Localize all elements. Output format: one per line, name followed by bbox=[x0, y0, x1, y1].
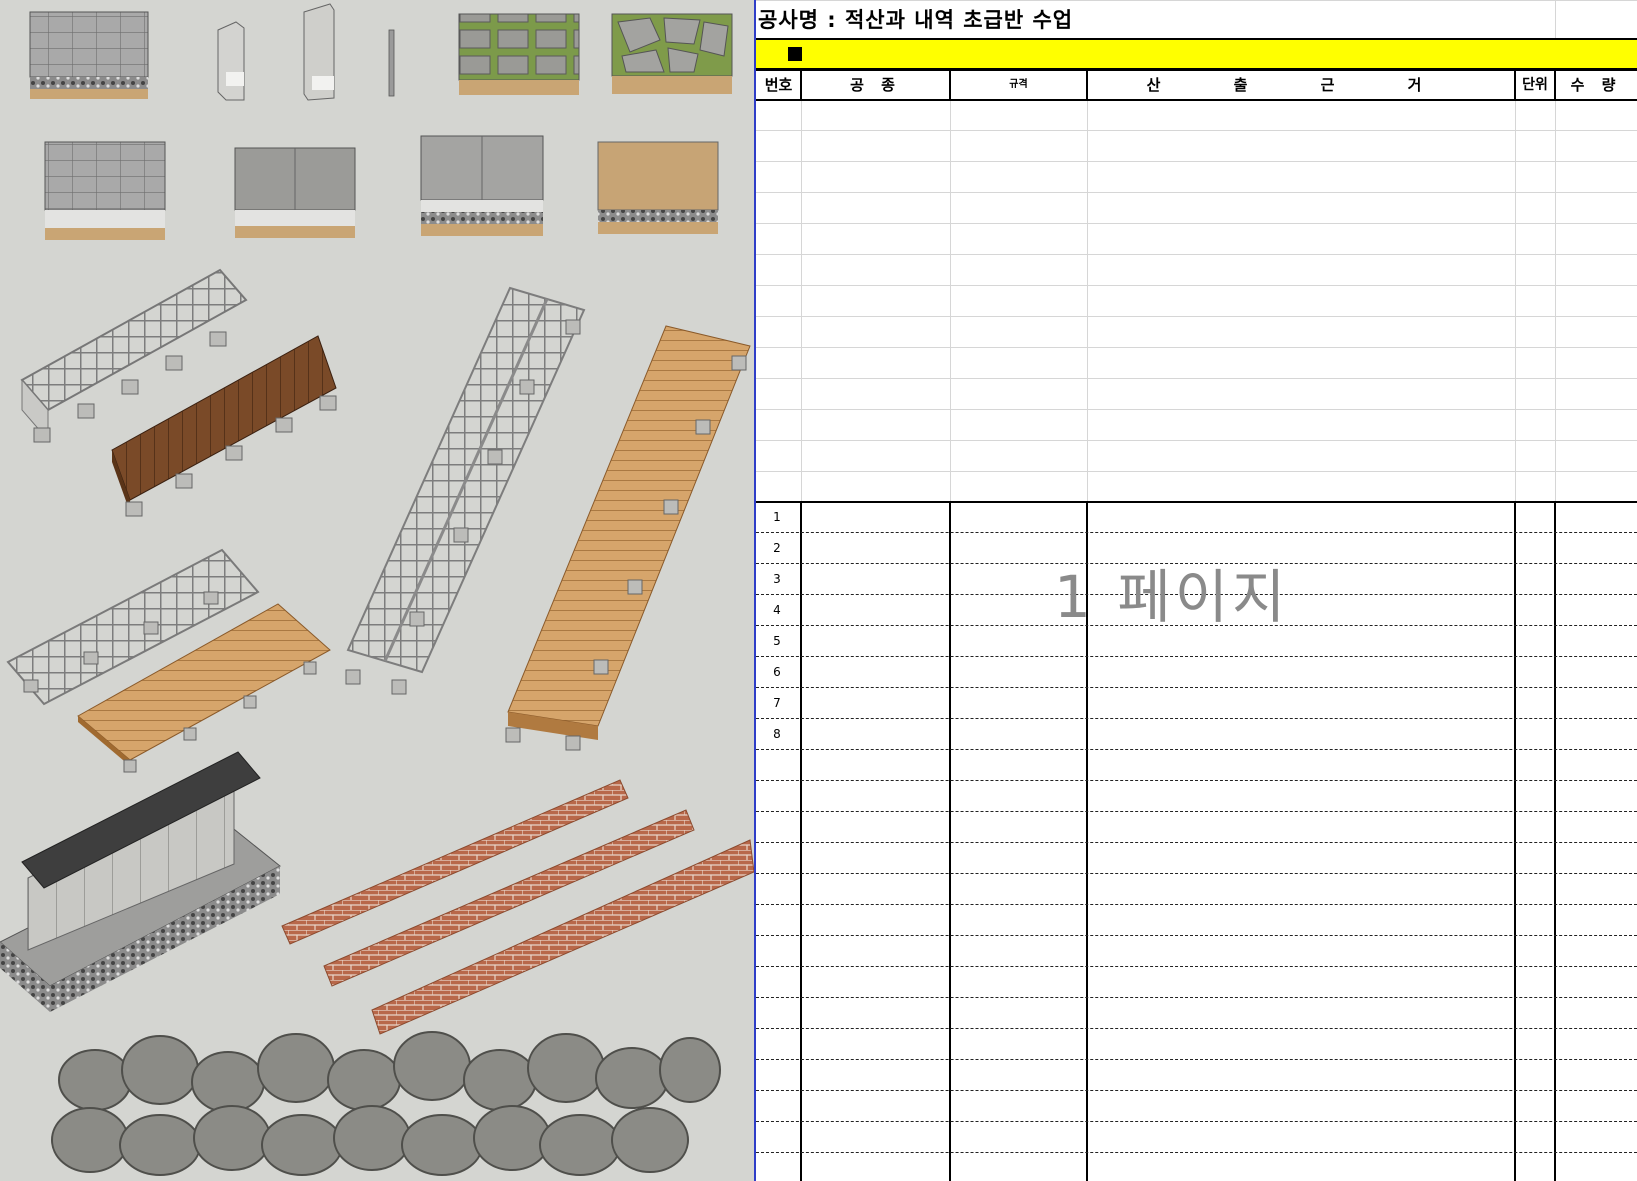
gridline bbox=[756, 254, 1637, 255]
row-divider bbox=[756, 1090, 1637, 1091]
border-line bbox=[1086, 71, 1088, 101]
block-paving-sample[interactable] bbox=[29, 11, 149, 99]
granite-slab-paving-light[interactable] bbox=[234, 147, 356, 238]
stone-wall-with-cap[interactable] bbox=[0, 751, 281, 1012]
row-divider bbox=[756, 1121, 1637, 1122]
curb-stone-small[interactable] bbox=[217, 21, 245, 101]
gridline bbox=[1555, 100, 1556, 502]
row-divider bbox=[756, 935, 1637, 936]
row-divider bbox=[756, 997, 1637, 998]
row-number[interactable]: 1 bbox=[756, 510, 798, 524]
clay-paving[interactable] bbox=[597, 141, 719, 234]
border-line bbox=[756, 99, 1637, 101]
border-line bbox=[800, 501, 802, 1181]
row-number[interactable]: 4 bbox=[756, 603, 798, 617]
row-divider bbox=[756, 966, 1637, 967]
border-line bbox=[1514, 71, 1516, 101]
border-line bbox=[1554, 71, 1556, 101]
row-divider bbox=[756, 1152, 1637, 1153]
row-divider bbox=[756, 687, 1637, 688]
gridline bbox=[756, 347, 1637, 348]
row-number[interactable]: 6 bbox=[756, 665, 798, 679]
row-divider bbox=[756, 904, 1637, 905]
column-header-unit[interactable]: 단위 bbox=[1515, 71, 1555, 99]
border-line bbox=[1514, 501, 1516, 1181]
row-number[interactable]: 5 bbox=[756, 634, 798, 648]
row-divider bbox=[756, 718, 1637, 719]
grass-block-paving[interactable] bbox=[458, 13, 580, 95]
column-header-work-type[interactable]: 공 종 bbox=[801, 71, 950, 99]
row-divider bbox=[756, 1059, 1637, 1060]
gridline bbox=[756, 316, 1637, 317]
row-divider bbox=[756, 811, 1637, 812]
edge-strip[interactable] bbox=[388, 29, 395, 97]
row-divider bbox=[756, 749, 1637, 750]
square-bullet-icon bbox=[788, 47, 802, 61]
gridline bbox=[756, 0, 1637, 1]
gridline bbox=[756, 378, 1637, 379]
row-number[interactable]: 8 bbox=[756, 727, 798, 741]
border-line bbox=[949, 71, 951, 101]
row-divider bbox=[756, 780, 1637, 781]
gridline bbox=[756, 285, 1637, 286]
column-header-calculation-basis[interactable]: 산 출 근 거 bbox=[1087, 71, 1515, 99]
curb-stone-tall[interactable] bbox=[303, 3, 335, 101]
brick-wall[interactable] bbox=[281, 779, 754, 1035]
gridline bbox=[756, 440, 1637, 441]
row-divider bbox=[756, 1028, 1637, 1029]
row-number[interactable]: 2 bbox=[756, 541, 798, 555]
section-header-bar[interactable] bbox=[756, 40, 1637, 68]
row-number[interactable]: 7 bbox=[756, 696, 798, 710]
gridline bbox=[756, 223, 1637, 224]
model-viewport[interactable] bbox=[0, 0, 754, 1181]
gridline bbox=[1555, 0, 1556, 38]
gridline bbox=[756, 409, 1637, 410]
gridline bbox=[801, 100, 802, 502]
row-number[interactable]: 3 bbox=[756, 572, 798, 586]
flagstone-paving[interactable] bbox=[611, 13, 733, 94]
gridline bbox=[756, 471, 1637, 472]
row-divider bbox=[756, 656, 1637, 657]
border-line bbox=[800, 71, 802, 101]
print-area-border bbox=[756, 501, 1637, 503]
gridline bbox=[1087, 100, 1088, 502]
row-divider bbox=[756, 842, 1637, 843]
granite-slab-paving-gravel[interactable] bbox=[420, 135, 544, 236]
deck-frame-with-wood-cladding[interactable] bbox=[20, 268, 337, 517]
gridline bbox=[756, 192, 1637, 193]
gridline bbox=[1515, 100, 1516, 502]
project-title[interactable]: 공사명 : 적산과 내역 초급반 수업 bbox=[758, 4, 1073, 34]
page-watermark: 1 페이지 bbox=[1054, 563, 1290, 631]
column-header-quantity[interactable]: 수 량 bbox=[1555, 71, 1637, 99]
border-line bbox=[1554, 501, 1556, 1181]
column-header-number[interactable]: 번호 bbox=[756, 71, 801, 99]
column-header-spec[interactable]: 규격 bbox=[950, 71, 1087, 99]
gridline bbox=[756, 161, 1637, 162]
gridline bbox=[950, 100, 951, 502]
row-divider bbox=[756, 532, 1637, 533]
border-line bbox=[949, 501, 951, 1181]
spreadsheet[interactable]: 공사명 : 적산과 내역 초급반 수업 번호 공 종 규격 산 출 근 거 단위… bbox=[756, 0, 1637, 1181]
row-divider bbox=[756, 873, 1637, 874]
boulder-wall[interactable] bbox=[51, 1031, 721, 1176]
concrete-block-paving[interactable] bbox=[44, 141, 166, 240]
gridline bbox=[756, 130, 1637, 131]
